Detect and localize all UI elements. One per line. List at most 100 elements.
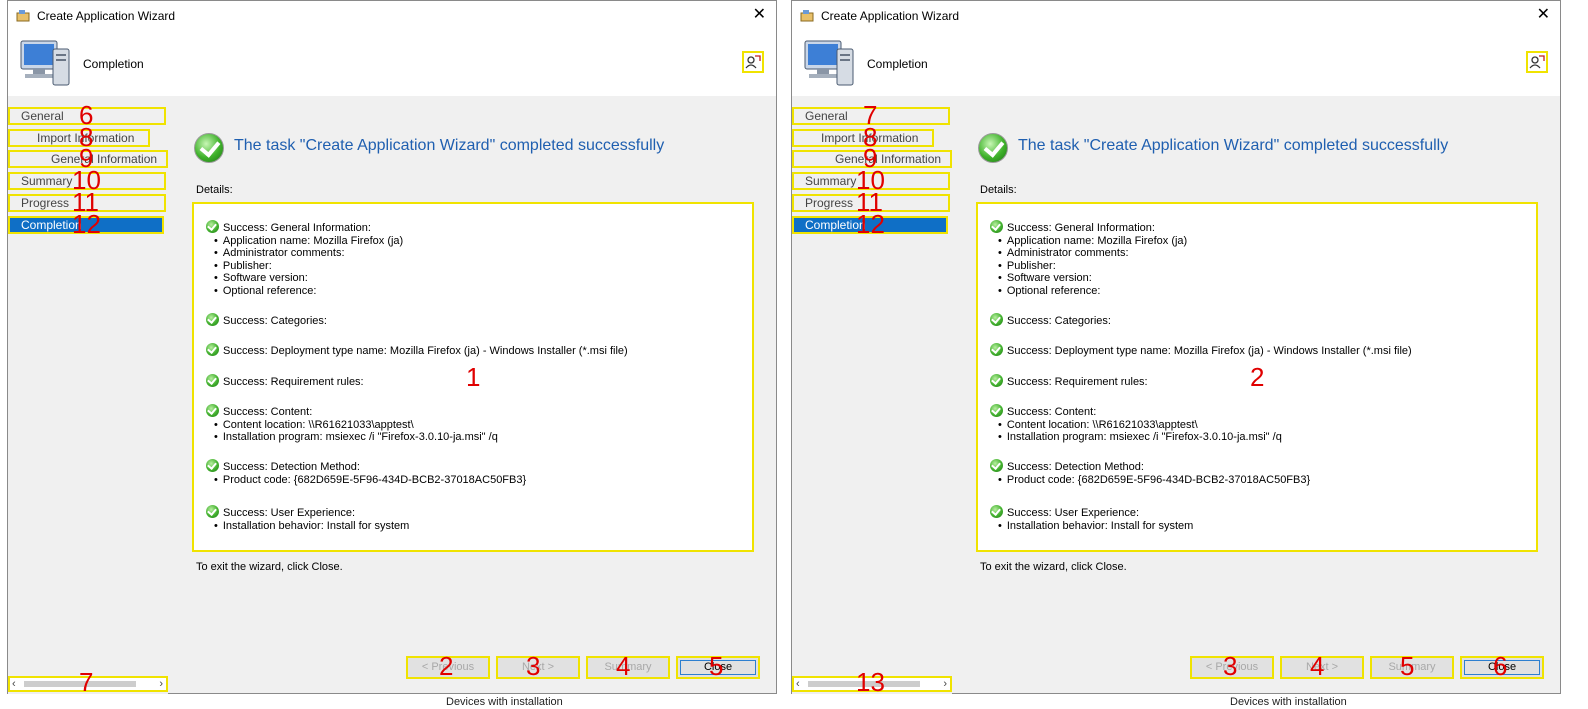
nav-item-import-information[interactable]: Import Information <box>792 129 934 147</box>
success-check-icon <box>990 220 1003 233</box>
nav-item-completion[interactable]: Completion <box>792 216 948 234</box>
detail-heading: Success: Deployment type name: Mozilla F… <box>206 343 628 358</box>
button-label: Close <box>703 661 733 673</box>
nav-item-completion[interactable]: Completion <box>8 216 164 234</box>
help-icon[interactable] <box>1526 51 1548 73</box>
previous-button[interactable]: < Previous <box>1190 656 1274 679</box>
wizard-content: The task "Create Application Wizard" com… <box>952 96 1560 693</box>
details-label: Details: <box>980 184 1017 196</box>
detail-heading-text: Success: Categories: <box>223 315 327 327</box>
detail-heading: Success: Requirement rules: <box>206 374 364 389</box>
detail-group: Success: Categories: <box>990 313 1111 328</box>
close-button[interactable]: Close <box>676 656 760 679</box>
detail-heading-text: Success: Deployment type name: Mozilla F… <box>1007 345 1412 357</box>
details-label: Details: <box>196 184 233 196</box>
scroll-thumb[interactable] <box>808 681 920 687</box>
success-check-icon <box>206 343 219 356</box>
previous-button[interactable]: < Previous <box>406 656 490 679</box>
success-check-icon <box>206 220 219 233</box>
nav-item-summary[interactable]: Summary <box>8 172 166 190</box>
success-check-icon <box>978 133 1008 163</box>
success-check-icon <box>990 313 1003 326</box>
success-check-icon <box>990 374 1003 387</box>
detail-heading: Success: Deployment type name: Mozilla F… <box>990 343 1412 358</box>
success-check-icon <box>206 404 219 417</box>
detail-item: Publisher: <box>214 260 403 273</box>
scroll-right-icon[interactable]: › <box>159 678 163 690</box>
close-window-icon[interactable]: ✕ <box>753 5 766 25</box>
detail-group: Success: Requirement rules: <box>990 374 1148 389</box>
nav-item-summary[interactable]: Summary <box>792 172 950 190</box>
detail-heading: Success: User Experience: <box>206 505 409 520</box>
nav-item-import-information[interactable]: Import Information <box>8 129 150 147</box>
summary-button[interactable]: Summary <box>586 656 670 679</box>
success-check-icon <box>206 505 219 518</box>
close-window-icon[interactable]: ✕ <box>1537 5 1550 25</box>
nav-item-general-information[interactable]: General Information <box>8 150 168 168</box>
button-label: Next > <box>1305 661 1339 673</box>
wizard-app-icon <box>16 10 30 22</box>
button-label: Summary <box>604 661 652 673</box>
nav-item-progress[interactable]: Progress <box>8 194 166 212</box>
detail-heading-text: Success: Requirement rules: <box>1007 376 1148 388</box>
detail-item: Installation behavior: Install for syste… <box>214 520 409 533</box>
detail-item: Software version: <box>998 272 1187 285</box>
button-label: Next > <box>521 661 555 673</box>
wizard-window: Create Application Wizard ✕ Completion G… <box>791 0 1561 695</box>
window-title: Create Application Wizard <box>821 9 960 23</box>
window-title: Create Application Wizard <box>37 9 176 23</box>
detail-group: Success: General Information:Application… <box>990 220 1187 297</box>
detail-heading: Success: Detection Method: <box>206 459 526 474</box>
scroll-right-icon[interactable]: › <box>943 678 947 690</box>
nav-horizontal-scrollbar[interactable]: ‹ › <box>792 676 952 692</box>
scroll-left-icon[interactable]: ‹ <box>796 678 800 690</box>
wizard-header: Completion <box>792 31 1560 96</box>
next-button[interactable]: Next > <box>1280 656 1364 679</box>
scroll-left-icon[interactable]: ‹ <box>12 678 16 690</box>
button-label: < Previous <box>421 661 475 673</box>
detail-group: Success: General Information:Application… <box>206 220 403 297</box>
button-label: Summary <box>1388 661 1436 673</box>
detail-heading-text: Success: Content: <box>1007 406 1097 418</box>
close-button[interactable]: Close <box>1460 656 1544 679</box>
nav-item-general[interactable]: General <box>8 107 166 125</box>
detail-group: Success: User Experience:Installation be… <box>206 505 409 532</box>
nav-item-general[interactable]: General <box>792 107 950 125</box>
detail-item: Administrator comments: <box>214 247 403 260</box>
detail-heading-text: Success: Detection Method: <box>223 461 360 473</box>
nav-item-general-information[interactable]: General Information <box>792 150 952 168</box>
detail-item: Publisher: <box>998 260 1187 273</box>
detail-item: Software version: <box>214 272 403 285</box>
annotation-number: 2 <box>1250 362 1265 392</box>
nav-horizontal-scrollbar[interactable]: ‹ › <box>8 676 168 692</box>
success-check-icon <box>206 313 219 326</box>
detail-list: Application name: Mozilla Firefox (ja)Ad… <box>990 235 1187 298</box>
detail-item: Installation program: msiexec /i "Firefo… <box>998 431 1282 444</box>
detail-heading: Success: Content: <box>206 404 498 419</box>
detail-heading-text: Success: General Information: <box>223 222 371 234</box>
nav-item-progress[interactable]: Progress <box>792 194 950 212</box>
detail-list: Product code: {682D659E-5F96-434D-BCB2-3… <box>206 474 526 487</box>
detail-item: Installation behavior: Install for syste… <box>998 520 1193 533</box>
detail-heading: Success: User Experience: <box>990 505 1193 520</box>
detail-list: Installation behavior: Install for syste… <box>990 520 1193 533</box>
success-check-icon <box>206 459 219 472</box>
success-check-icon <box>194 133 224 163</box>
next-button[interactable]: Next > <box>496 656 580 679</box>
detail-list: Content location: \\R61621033\apptest\In… <box>990 419 1282 444</box>
help-icon[interactable] <box>742 51 764 73</box>
header-title: Completion <box>867 57 928 71</box>
computer-icon <box>20 40 70 86</box>
computer-icon <box>804 40 854 86</box>
detail-heading-text: Success: Categories: <box>1007 315 1111 327</box>
success-title: The task "Create Application Wizard" com… <box>1018 137 1449 154</box>
summary-button[interactable]: Summary <box>1370 656 1454 679</box>
wizard-window: Create Application Wizard ✕ Completion G… <box>7 0 777 695</box>
detail-list: Application name: Mozilla Firefox (ja)Ad… <box>206 235 403 298</box>
detail-heading: Success: Detection Method: <box>990 459 1310 474</box>
success-check-icon <box>206 374 219 387</box>
detail-item: Application name: Mozilla Firefox (ja) <box>214 235 403 248</box>
detail-group: Success: Content:Content location: \\R61… <box>206 404 498 444</box>
scroll-thumb[interactable] <box>24 681 136 687</box>
detail-heading-text: Success: Requirement rules: <box>223 376 364 388</box>
